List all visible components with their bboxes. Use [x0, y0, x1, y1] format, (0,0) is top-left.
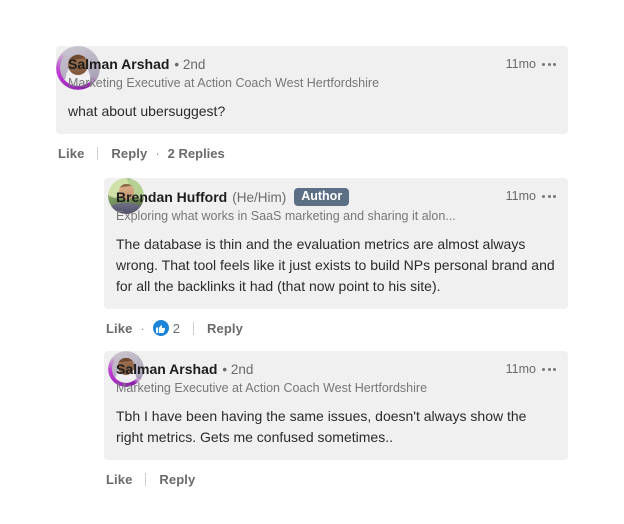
like-button[interactable]: Like	[106, 472, 132, 487]
thread-spacer	[0, 339, 624, 351]
like-button[interactable]: Like	[106, 321, 132, 336]
timestamp: 11mo	[505, 189, 536, 203]
action-dot-separator: ·	[140, 320, 145, 336]
action-divider	[97, 146, 99, 160]
comment-item-reply: Salman Arshad • 2nd Marketing Executive …	[0, 351, 624, 490]
author-line: Salman Arshad • 2nd	[68, 56, 490, 73]
more-options-icon[interactable]	[542, 366, 556, 373]
author-headline: Marketing Executive at Action Coach West…	[68, 76, 380, 90]
reactions-summary[interactable]: 2	[152, 320, 180, 336]
comment-body: Tbh I have been having the same issues, …	[116, 408, 527, 445]
author-headline: Marketing Executive at Action Coach West…	[116, 381, 428, 395]
action-dot-separator: ·	[155, 145, 160, 161]
author-name[interactable]: Brendan Hufford	[116, 189, 227, 206]
comment-bubble: Salman Arshad • 2nd Marketing Executive …	[56, 46, 568, 134]
comment-actions: Like · 2 Reply	[104, 317, 568, 339]
thread-spacer	[0, 164, 624, 178]
author-name[interactable]: Salman Arshad	[68, 56, 169, 73]
author-line: Brendan Hufford (He/Him) Author	[116, 188, 490, 206]
replies-count-button[interactable]: 2 Replies	[168, 146, 225, 161]
more-options-icon[interactable]	[542, 61, 556, 68]
comment-thread: Salman Arshad • 2nd Marketing Executive …	[0, 0, 624, 490]
comment-item-reply-author: Brendan Hufford (He/Him) Author Explorin…	[0, 178, 624, 339]
comment-meta: 11mo	[506, 57, 556, 71]
comment-bubble: Brendan Hufford (He/Him) Author Explorin…	[104, 178, 568, 309]
author-line: Salman Arshad • 2nd	[116, 361, 490, 378]
comment-item-top-level: Salman Arshad • 2nd Marketing Executive …	[0, 46, 624, 164]
timestamp: 11mo	[505, 362, 536, 376]
connection-degree: • 2nd	[222, 362, 254, 377]
author-badge: Author	[294, 188, 350, 206]
comment-header: Salman Arshad • 2nd Marketing Executive …	[68, 56, 556, 91]
comment-bubble: Salman Arshad • 2nd Marketing Executive …	[104, 351, 568, 460]
author-pronouns: (He/Him)	[232, 189, 287, 205]
connection-degree: • 2nd	[174, 57, 206, 72]
timestamp: 11mo	[505, 57, 536, 71]
reply-button[interactable]: Reply	[207, 321, 243, 336]
action-divider	[145, 472, 147, 486]
reply-button[interactable]: Reply	[159, 472, 195, 487]
like-button[interactable]: Like	[58, 146, 84, 161]
comment-actions: Like Reply	[104, 468, 568, 490]
reply-button[interactable]: Reply	[111, 146, 147, 161]
comment-header: Salman Arshad • 2nd Marketing Executive …	[116, 361, 556, 396]
comment-body: The database is thin and the evaluation …	[116, 236, 555, 294]
comment-body: what about ubersuggest?	[68, 103, 226, 119]
author-headline: Exploring what works in SaaS marketing a…	[116, 209, 456, 223]
more-options-icon[interactable]	[542, 193, 556, 200]
comment-meta: 11mo	[506, 362, 556, 376]
reaction-count: 2	[172, 320, 180, 336]
comment-meta: 11mo	[506, 189, 556, 203]
author-name[interactable]: Salman Arshad	[116, 361, 217, 378]
comment-actions: Like Reply · 2 Replies	[56, 142, 568, 164]
comment-header: Brendan Hufford (He/Him) Author Explorin…	[116, 188, 556, 224]
action-divider	[193, 321, 194, 335]
thumbs-up-reaction-icon	[152, 320, 169, 336]
